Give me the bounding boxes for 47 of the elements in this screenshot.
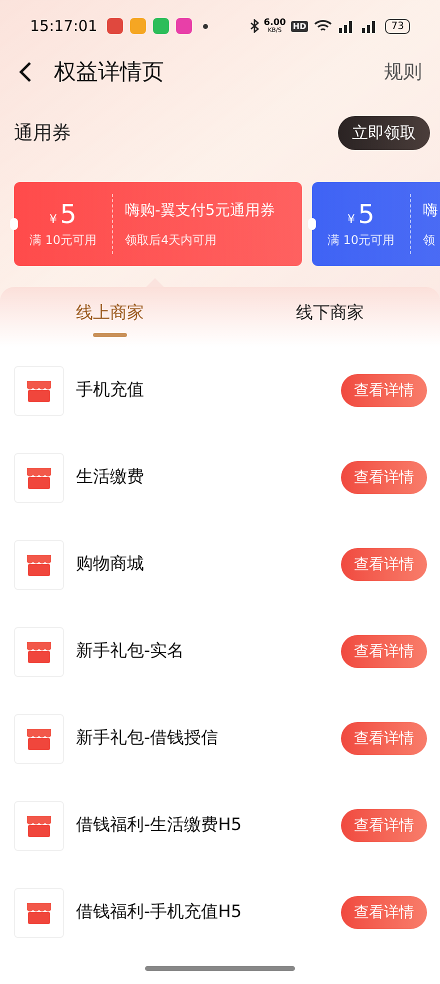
- coupon-amount: 5: [60, 199, 77, 231]
- more-notifications-icon: [203, 24, 208, 28]
- clock: 15:17:01: [30, 16, 98, 37]
- page-title: 权益详情页: [54, 58, 164, 86]
- currency-symbol: ¥: [49, 211, 58, 228]
- store-icon: [14, 452, 64, 502]
- view-details-button[interactable]: 查看详情: [341, 809, 427, 842]
- store-icon: [14, 888, 64, 938]
- store-icon: [14, 800, 64, 850]
- store-icon: [14, 366, 64, 416]
- view-details-button[interactable]: 查看详情: [341, 635, 427, 668]
- merchant-name: 新手礼包-实名: [76, 640, 184, 663]
- merchant-name: 手机充值: [76, 378, 144, 402]
- coupon-name: 嗨购-翼支付5元通用券: [125, 200, 275, 221]
- merchant-name: 生活缴费: [76, 466, 144, 489]
- view-details-button[interactable]: 查看详情: [341, 722, 427, 755]
- store-icon: [14, 714, 64, 764]
- store-icon: [14, 626, 64, 676]
- merchant-name: 新手礼包-借钱授信: [76, 726, 218, 750]
- coupon-notch: [308, 218, 316, 230]
- merchant-name: 借钱福利-生活缴费H5: [76, 814, 242, 837]
- tab[interactable]: 线下商家: [220, 287, 440, 347]
- coupon-condition: 满 10元可用: [327, 232, 395, 249]
- view-details-button[interactable]: 查看详情: [341, 548, 427, 581]
- tab[interactable]: 线上商家: [0, 287, 220, 347]
- rules-link[interactable]: 规则: [384, 58, 422, 86]
- view-details-button[interactable]: 查看详情: [341, 461, 427, 494]
- wifi-icon: [314, 19, 332, 33]
- coupon-name: 嗨: [423, 200, 438, 221]
- merchant-name: 借钱福利-手机充值H5: [76, 900, 242, 924]
- coupon-condition: 满 10元可用: [29, 232, 97, 249]
- back-icon[interactable]: [18, 61, 32, 83]
- merchant-name: 购物商城: [76, 552, 144, 576]
- bluetooth-icon: [250, 19, 259, 33]
- coupon-validity: 领: [423, 232, 436, 250]
- section-title: 通用券: [14, 120, 71, 146]
- coupon-amount: 5: [358, 199, 375, 231]
- coupon-validity: 领取后4天内可用: [125, 232, 218, 250]
- view-details-button[interactable]: 查看详情: [341, 896, 427, 929]
- currency-symbol: ¥: [347, 211, 356, 228]
- network-speed: 6.00: [264, 18, 286, 28]
- store-icon: [14, 540, 64, 590]
- coupon-notch: [10, 218, 18, 230]
- claim-button[interactable]: 立即领取: [338, 116, 430, 150]
- hd-badge: HD: [290, 20, 308, 32]
- battery-indicator: 73: [385, 18, 410, 34]
- view-details-button[interactable]: 查看详情: [341, 374, 427, 407]
